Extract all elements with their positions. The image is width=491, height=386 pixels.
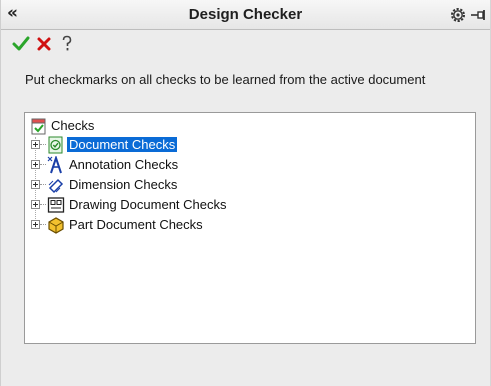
- checks-tree[interactable]: Checks Document Checks Annotation Checks: [24, 112, 476, 344]
- checks-folder-icon: [31, 118, 46, 135]
- document-check-icon: [48, 136, 63, 154]
- cancel-x-icon[interactable]: [34, 34, 54, 54]
- action-toolbar: [1, 30, 490, 60]
- tree-item-label: Annotation Checks: [69, 157, 179, 172]
- tree-item-label: Dimension Checks: [69, 177, 178, 192]
- expand-icon[interactable]: [31, 140, 40, 149]
- part-document-icon: [48, 217, 64, 234]
- dimension-icon: [48, 178, 64, 194]
- tree-item-label: Drawing Document Checks: [69, 197, 227, 212]
- gear-icon[interactable]: [449, 6, 467, 24]
- help-icon[interactable]: [57, 34, 77, 54]
- drawing-document-icon: [47, 197, 65, 213]
- panel-title: Design Checker: [188, 6, 303, 23]
- pin-icon[interactable]: [469, 6, 487, 24]
- tree-item-label: Document Checks: [67, 137, 178, 152]
- expand-icon[interactable]: [31, 200, 40, 209]
- expand-icon[interactable]: [31, 180, 40, 189]
- annotation-icon: [47, 156, 62, 174]
- tree-item-label: Part Document Checks: [69, 217, 203, 232]
- instruction-text: Put checkmarks on all checks to be learn…: [25, 72, 426, 87]
- title-bar: « Design Checker: [1, 0, 490, 30]
- ok-checkmark-icon[interactable]: [11, 34, 31, 54]
- tree-root-label: Checks: [51, 118, 95, 133]
- expand-icon[interactable]: [31, 160, 40, 169]
- expand-icon[interactable]: [31, 220, 40, 229]
- design-checker-panel: « Design Checker Put checkmarks on all c…: [0, 0, 491, 386]
